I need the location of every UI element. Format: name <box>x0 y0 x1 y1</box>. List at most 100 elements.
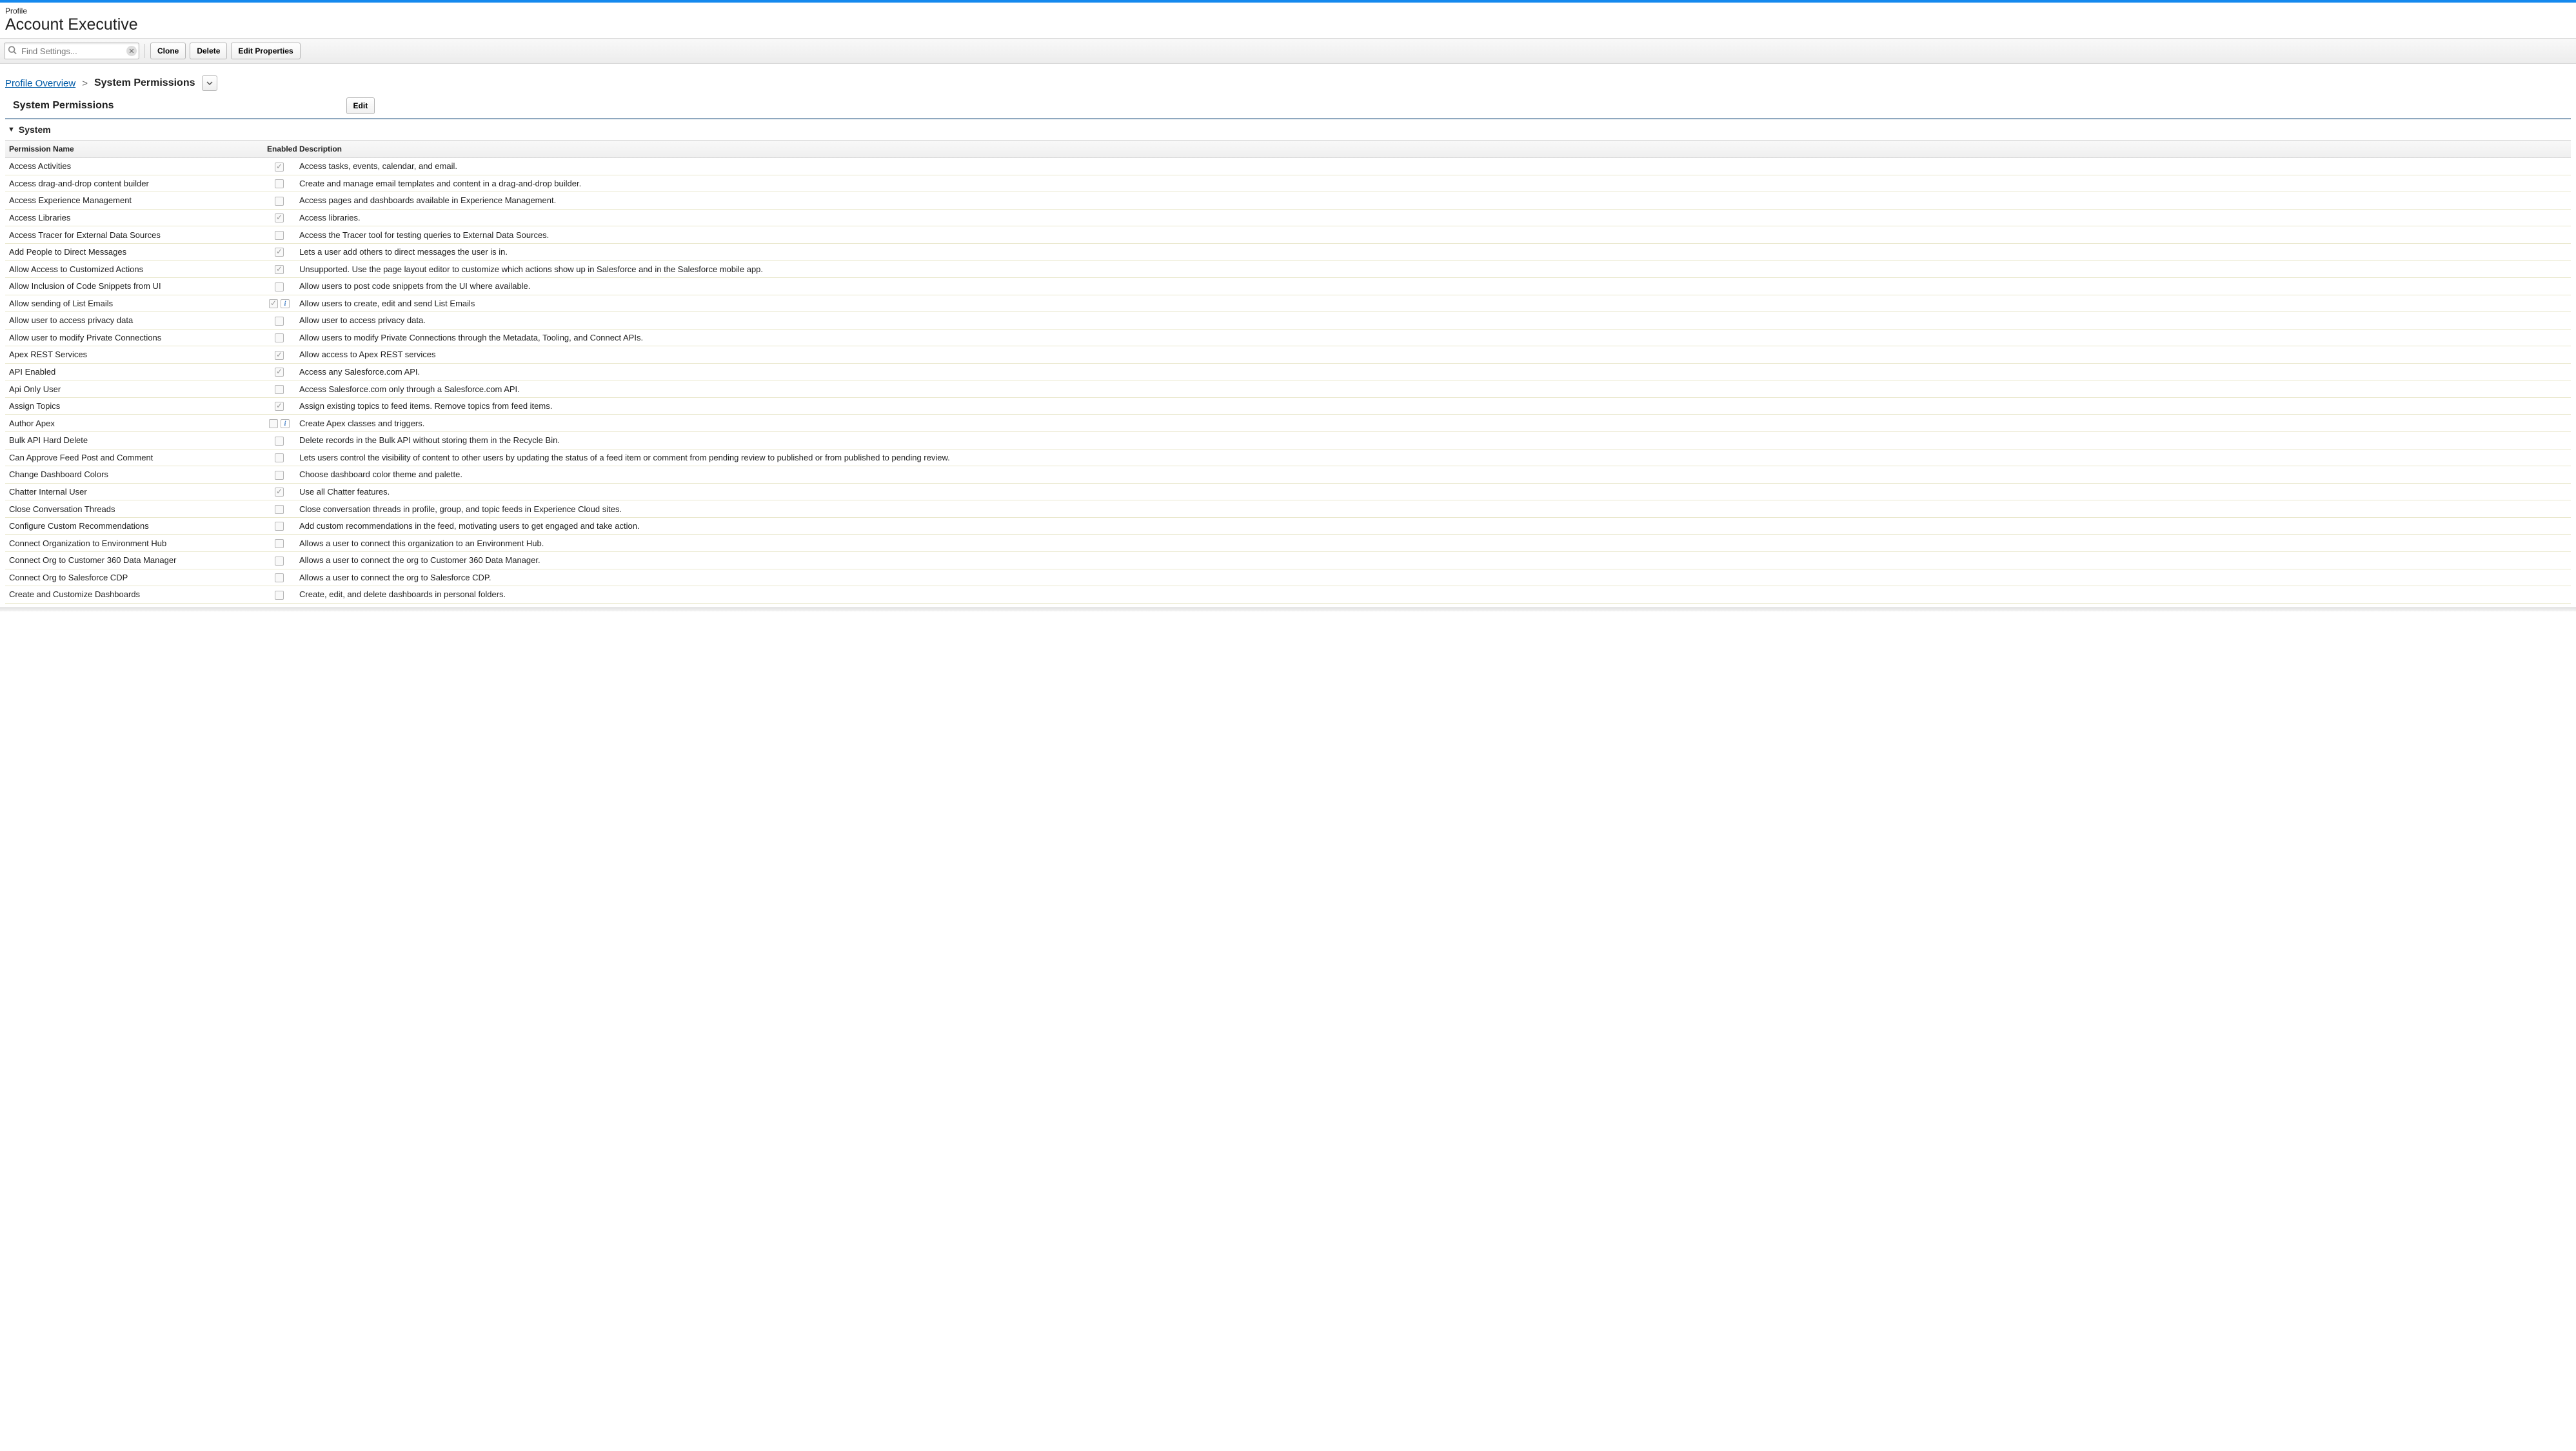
table-row: Chatter Internal User Use all Chatter fea… <box>5 483 2571 500</box>
permission-enabled-cell <box>263 380 295 398</box>
permission-description: Allow access to Apex REST services <box>295 346 2571 364</box>
section-group-toggle[interactable]: ▼ System <box>5 119 2571 140</box>
search-input[interactable] <box>4 43 139 59</box>
permission-description: Access Salesforce.com only through a Sal… <box>295 380 2571 398</box>
column-header-name: Permission Name <box>5 141 263 158</box>
permission-description: Access any Salesforce.com API. <box>295 363 2571 380</box>
permission-name: Change Dashboard Colors <box>5 466 263 484</box>
table-row: Access Tracer for External Data SourcesA… <box>5 226 2571 244</box>
permission-name: Allow user to modify Private Connections <box>5 329 263 346</box>
permission-name: Connect Org to Salesforce CDP <box>5 569 263 586</box>
table-row: Allow user to modify Private Connections… <box>5 329 2571 346</box>
permission-description: Close conversation threads in profile, g… <box>295 500 2571 518</box>
permission-description: Assign existing topics to feed items. Re… <box>295 397 2571 415</box>
table-row: Apex REST ServicesAllow access to Apex R… <box>5 346 2571 364</box>
permission-name: Allow user to access privacy data <box>5 312 263 330</box>
permission-enabled-cell <box>263 209 295 226</box>
enabled-checkbox <box>275 333 284 342</box>
permission-name: Access Experience Management <box>5 192 263 210</box>
permission-name: Add People to Direct Messages <box>5 243 263 261</box>
permission-enabled-cell <box>263 329 295 346</box>
section-header: System Permissions Edit <box>5 97 2571 119</box>
breadcrumb-root-link[interactable]: Profile Overview <box>5 78 75 89</box>
enabled-checkbox <box>275 317 284 326</box>
permission-description: Lets users control the visibility of con… <box>295 449 2571 466</box>
permission-name: API Enabled <box>5 363 263 380</box>
info-icon[interactable]: i <box>281 299 290 308</box>
permission-description: Allows a user to connect the org to Sale… <box>295 569 2571 586</box>
permission-enabled-cell <box>263 346 295 364</box>
info-icon[interactable]: i <box>281 419 290 428</box>
breadcrumb-dropdown-button[interactable] <box>202 75 217 91</box>
permission-name: Chatter Internal User <box>5 483 263 500</box>
column-header-enabled: Enabled <box>263 141 295 158</box>
enabled-checkbox <box>275 213 284 222</box>
permission-enabled-cell <box>263 243 295 261</box>
permission-name: Connect Org to Customer 360 Data Manager <box>5 551 263 569</box>
delete-button[interactable]: Delete <box>190 43 227 59</box>
permission-name: Author Apex <box>5 415 263 432</box>
permission-enabled-cell <box>263 397 295 415</box>
breadcrumb-separator: > <box>82 78 88 89</box>
permission-description: Allow user to access privacy data. <box>295 312 2571 330</box>
page-subtitle: Profile <box>5 3 2571 15</box>
table-row: Access LibrariesAccess libraries. <box>5 209 2571 226</box>
table-row: Api Only User Access Salesforce.com only … <box>5 380 2571 398</box>
permission-enabled-cell <box>263 363 295 380</box>
permission-name: Allow Access to Customized Actions <box>5 261 263 278</box>
permission-description: Access the Tracer tool for testing queri… <box>295 226 2571 244</box>
permission-description: Create and manage email templates and co… <box>295 175 2571 192</box>
enabled-checkbox <box>275 179 284 188</box>
permission-name: Assign Topics <box>5 397 263 415</box>
table-row: Configure Custom RecommendationsAdd cust… <box>5 517 2571 535</box>
enabled-checkbox <box>275 573 284 582</box>
enabled-checkbox <box>275 437 284 446</box>
permission-name: Allow Inclusion of Code Snippets from UI <box>5 277 263 295</box>
permission-description: Delete records in the Bulk API without s… <box>295 432 2571 449</box>
clone-button[interactable]: Clone <box>150 43 186 59</box>
permission-name: Connect Organization to Environment Hub <box>5 535 263 552</box>
edit-properties-button[interactable]: Edit Properties <box>231 43 300 59</box>
permission-name: Allow sending of List Emails <box>5 295 263 312</box>
page-title: Account Executive <box>5 15 2571 38</box>
table-row: Connect Organization to Environment Hub A… <box>5 535 2571 552</box>
table-row: API Enabled Access any Salesforce.com API… <box>5 363 2571 380</box>
permission-enabled-cell <box>263 535 295 552</box>
edit-button[interactable]: Edit <box>346 97 375 114</box>
permission-enabled-cell <box>263 517 295 535</box>
enabled-checkbox <box>275 163 284 172</box>
permission-enabled-cell <box>263 312 295 330</box>
clear-search-icon[interactable]: ✕ <box>126 46 137 56</box>
table-row: Assign Topics Assign existing topics to f… <box>5 397 2571 415</box>
table-row: Connect Org to Customer 360 Data Manager… <box>5 551 2571 569</box>
table-row: Access Experience ManagementAccess pages… <box>5 192 2571 210</box>
permission-description: Allows a user to connect the org to Cust… <box>295 551 2571 569</box>
enabled-checkbox <box>275 265 284 274</box>
permission-enabled-cell <box>263 226 295 244</box>
permission-enabled-cell: i <box>263 415 295 432</box>
table-row: Close Conversation ThreadsClose conversa… <box>5 500 2571 518</box>
table-row: Connect Org to Salesforce CDP Allows a us… <box>5 569 2571 586</box>
permission-name: Api Only User <box>5 380 263 398</box>
table-row: Access drag-and-drop content builder Crea… <box>5 175 2571 192</box>
permission-description: Create Apex classes and triggers. <box>295 415 2571 432</box>
enabled-checkbox <box>269 299 278 308</box>
permission-description: Use all Chatter features. <box>295 483 2571 500</box>
permission-description: Access tasks, events, calendar, and emai… <box>295 158 2571 175</box>
enabled-checkbox <box>275 488 284 497</box>
column-header-description: Description <box>295 141 2571 158</box>
permission-name: Access Libraries <box>5 209 263 226</box>
permission-name: Configure Custom Recommendations <box>5 517 263 535</box>
enabled-checkbox <box>275 557 284 566</box>
enabled-checkbox <box>275 453 284 462</box>
enabled-checkbox <box>275 591 284 600</box>
permission-description: Allows a user to connect this organizati… <box>295 535 2571 552</box>
table-row: Create and Customize DashboardsCreate, e… <box>5 586 2571 604</box>
enabled-checkbox <box>275 505 284 514</box>
table-row: Can Approve Feed Post and CommentLets us… <box>5 449 2571 466</box>
toolbar: ✕ Clone Delete Edit Properties <box>0 38 2576 64</box>
permission-enabled-cell <box>263 192 295 210</box>
permission-enabled-cell <box>263 586 295 604</box>
permission-enabled-cell <box>263 500 295 518</box>
permission-name: Access drag-and-drop content builder <box>5 175 263 192</box>
